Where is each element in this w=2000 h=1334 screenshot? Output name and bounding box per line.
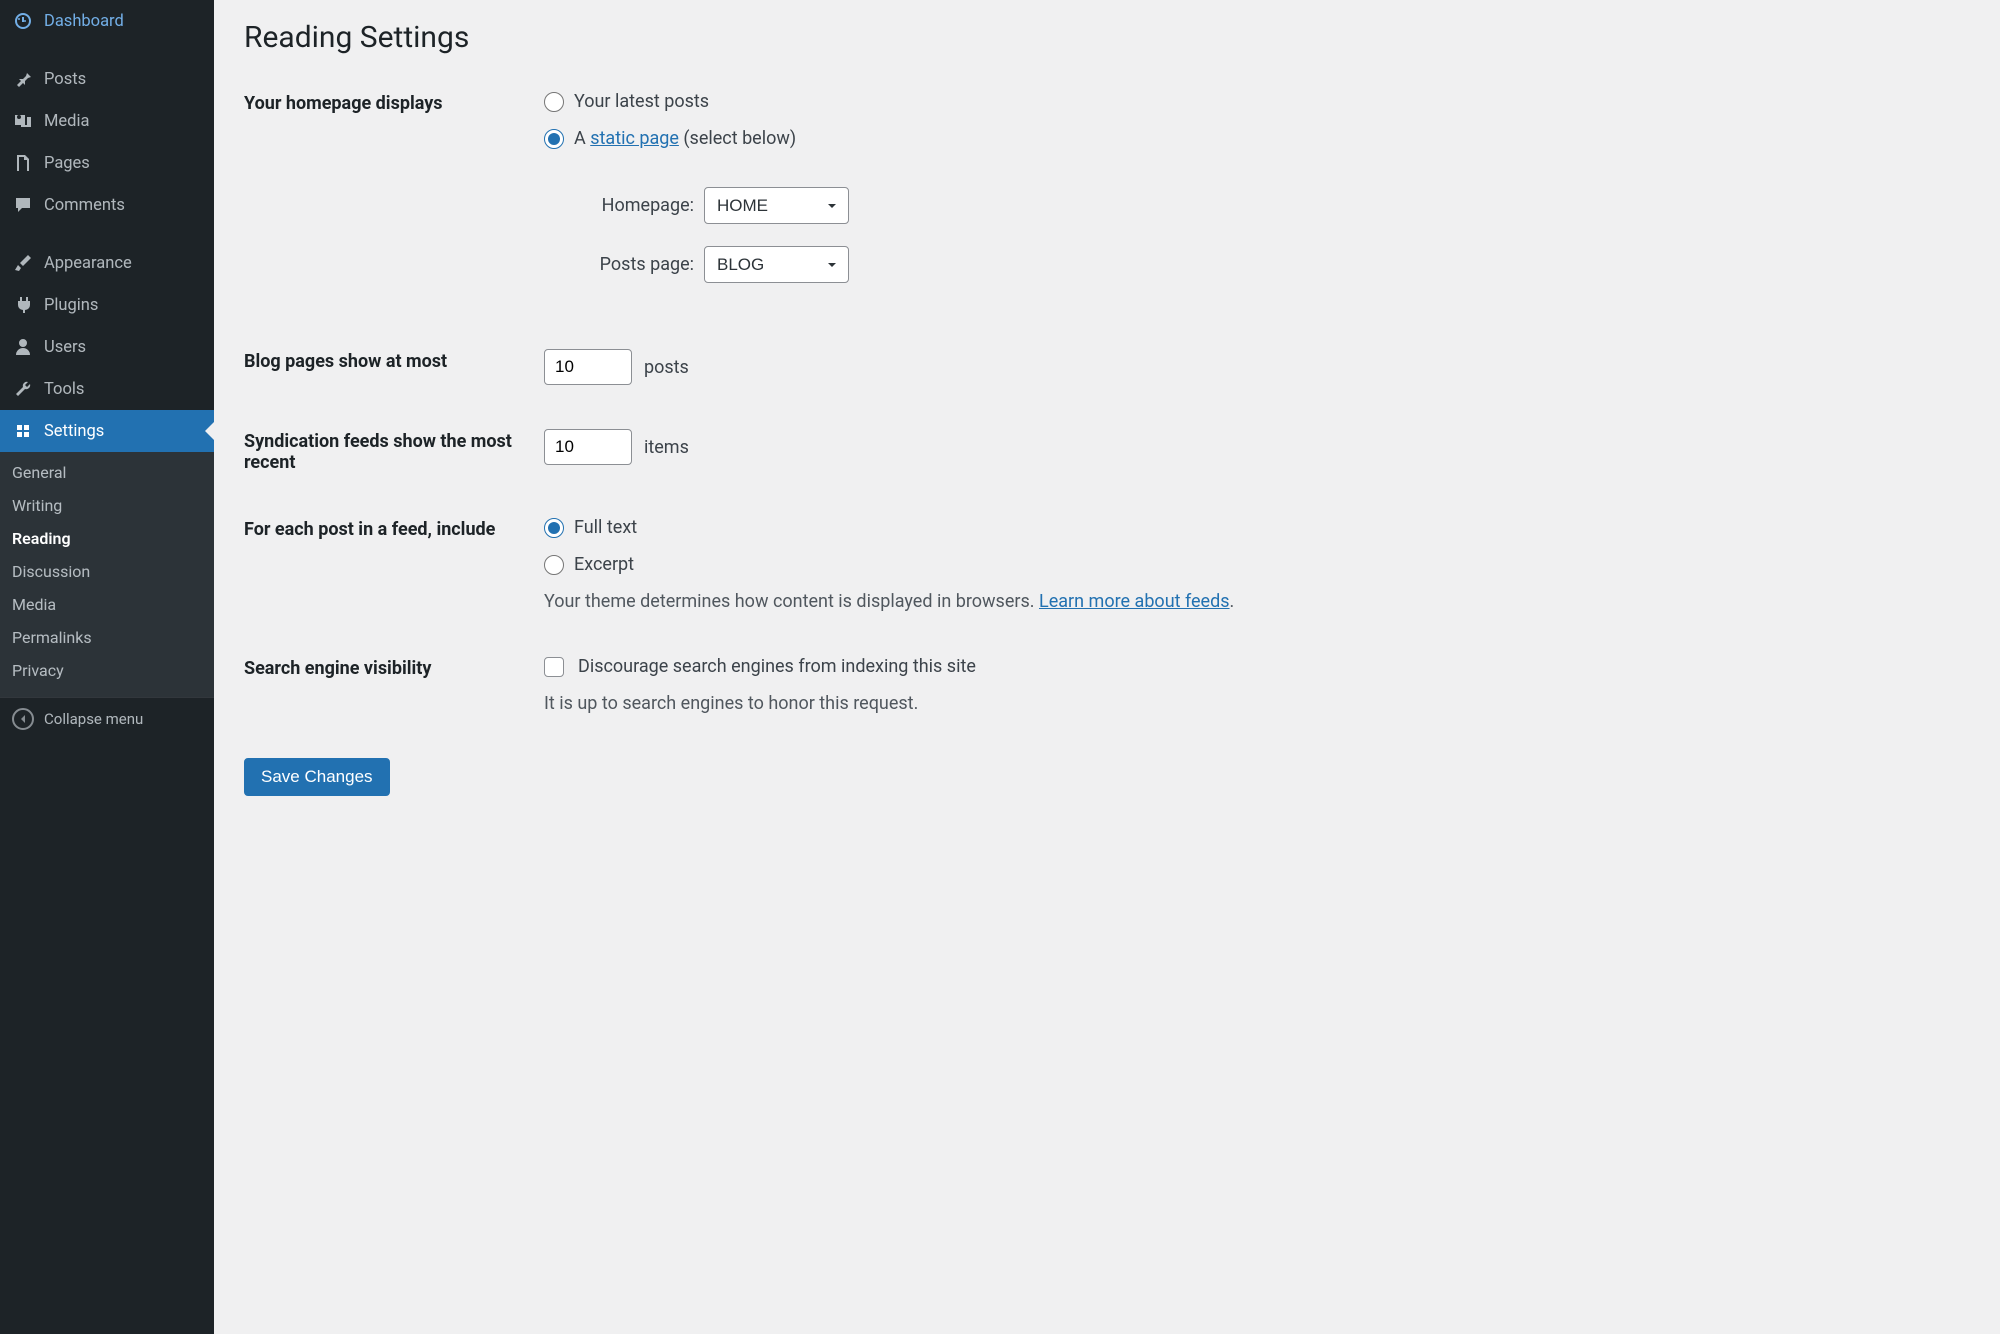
radio-latest-posts-input[interactable] bbox=[544, 92, 564, 112]
sidebar-item-label: Pages bbox=[44, 154, 90, 173]
radio-full-text-label: Full text bbox=[574, 517, 637, 538]
submenu-item-media[interactable]: Media bbox=[0, 588, 214, 621]
pin-icon bbox=[12, 68, 34, 90]
syndication-unit: items bbox=[644, 437, 689, 458]
search-visibility-label: Search engine visibility bbox=[244, 656, 544, 679]
radio-static-page[interactable]: A static page (select below) bbox=[544, 128, 1970, 149]
sidebar-item-label: Comments bbox=[44, 196, 125, 215]
sidebar-item-label: Appearance bbox=[44, 254, 132, 273]
radio-static-page-input[interactable] bbox=[544, 129, 564, 149]
homepage-displays-row: Your homepage displays Your latest posts… bbox=[244, 91, 1970, 305]
sidebar-item-plugins[interactable]: Plugins bbox=[0, 284, 214, 326]
sidebar-item-label: Media bbox=[44, 112, 89, 131]
postspage-select-row: Posts page: BLOG bbox=[574, 246, 1970, 283]
homepage-displays-field: Your latest posts A static page (select … bbox=[544, 91, 1970, 305]
brush-icon bbox=[12, 252, 34, 274]
collapse-menu-label: Collapse menu bbox=[44, 710, 143, 728]
search-visibility-desc: It is up to search engines to honor this… bbox=[544, 693, 1970, 714]
syndication-input[interactable] bbox=[544, 429, 632, 465]
syndication-label: Syndication feeds show the most recent bbox=[244, 429, 544, 473]
homepage-select[interactable]: HOME bbox=[704, 187, 849, 224]
search-visibility-field: Discourage search engines from indexing … bbox=[544, 656, 1970, 714]
learn-more-feeds-link[interactable]: Learn more about feeds bbox=[1039, 591, 1230, 612]
submenu-item-reading[interactable]: Reading bbox=[0, 522, 214, 555]
sidebar-item-label: Settings bbox=[44, 422, 104, 441]
feed-content-row: For each post in a feed, include Full te… bbox=[244, 517, 1970, 612]
submenu-item-privacy[interactable]: Privacy bbox=[0, 654, 214, 687]
sidebar-item-users[interactable]: Users bbox=[0, 326, 214, 368]
sidebar-item-label: Dashboard bbox=[44, 12, 124, 31]
blog-pages-field: posts bbox=[544, 349, 1970, 385]
homepage-select-row: Homepage: HOME bbox=[574, 187, 1970, 224]
sidebar-item-pages[interactable]: Pages bbox=[0, 142, 214, 184]
pages-icon bbox=[12, 152, 34, 174]
radio-latest-posts-label: Your latest posts bbox=[574, 91, 709, 112]
admin-sidebar: Dashboard Posts Media Pages Comments App… bbox=[0, 0, 214, 1334]
media-icon bbox=[12, 110, 34, 132]
sidebar-item-comments[interactable]: Comments bbox=[0, 184, 214, 226]
content-area: Reading Settings Your homepage displays … bbox=[214, 0, 2000, 1334]
sidebar-item-posts[interactable]: Posts bbox=[0, 58, 214, 100]
dashboard-icon bbox=[12, 10, 34, 32]
feed-content-label: For each post in a feed, include bbox=[244, 517, 544, 540]
radio-excerpt-label: Excerpt bbox=[574, 554, 634, 575]
wrench-icon bbox=[12, 378, 34, 400]
sidebar-item-label: Posts bbox=[44, 70, 86, 89]
plug-icon bbox=[12, 294, 34, 316]
search-visibility-row: Search engine visibility Discourage sear… bbox=[244, 656, 1970, 714]
postspage-select[interactable]: BLOG bbox=[704, 246, 849, 283]
comments-icon bbox=[12, 194, 34, 216]
discourage-checkbox-row[interactable]: Discourage search engines from indexing … bbox=[544, 656, 1970, 677]
homepage-displays-label: Your homepage displays bbox=[244, 91, 544, 114]
postspage-select-label: Posts page: bbox=[574, 254, 694, 275]
page-title: Reading Settings bbox=[244, 20, 1970, 55]
sidebar-item-label: Tools bbox=[44, 380, 84, 399]
save-changes-button[interactable]: Save Changes bbox=[244, 758, 390, 796]
homepage-select-label: Homepage: bbox=[574, 195, 694, 216]
radio-excerpt-input[interactable] bbox=[544, 555, 564, 575]
feed-content-field: Full text Excerpt Your theme determines … bbox=[544, 517, 1970, 612]
radio-latest-posts[interactable]: Your latest posts bbox=[544, 91, 1970, 112]
feed-content-desc: Your theme determines how content is dis… bbox=[544, 591, 1970, 612]
discourage-checkbox[interactable] bbox=[544, 657, 564, 677]
sidebar-item-appearance[interactable]: Appearance bbox=[0, 242, 214, 284]
sidebar-item-label: Users bbox=[44, 338, 86, 357]
submenu-item-permalinks[interactable]: Permalinks bbox=[0, 621, 214, 654]
static-page-link[interactable]: static page bbox=[590, 128, 679, 149]
sidebar-item-dashboard[interactable]: Dashboard bbox=[0, 0, 214, 42]
blog-pages-row: Blog pages show at most posts bbox=[244, 349, 1970, 385]
sidebar-item-tools[interactable]: Tools bbox=[0, 368, 214, 410]
radio-excerpt[interactable]: Excerpt bbox=[544, 554, 1970, 575]
syndication-row: Syndication feeds show the most recent i… bbox=[244, 429, 1970, 473]
blog-pages-unit: posts bbox=[644, 357, 689, 378]
sidebar-item-settings[interactable]: Settings bbox=[0, 410, 214, 452]
settings-icon bbox=[12, 420, 34, 442]
submenu-item-writing[interactable]: Writing bbox=[0, 489, 214, 522]
user-icon bbox=[12, 336, 34, 358]
submenu-item-general[interactable]: General bbox=[0, 456, 214, 489]
radio-static-page-label: A static page (select below) bbox=[574, 128, 796, 149]
sidebar-item-media[interactable]: Media bbox=[0, 100, 214, 142]
syndication-field: items bbox=[544, 429, 1970, 465]
settings-submenu: General Writing Reading Discussion Media… bbox=[0, 452, 214, 697]
sidebar-item-label: Plugins bbox=[44, 296, 98, 315]
collapse-icon bbox=[12, 708, 34, 730]
radio-full-text[interactable]: Full text bbox=[544, 517, 1970, 538]
blog-pages-input[interactable] bbox=[544, 349, 632, 385]
blog-pages-label: Blog pages show at most bbox=[244, 349, 544, 372]
discourage-checkbox-label: Discourage search engines from indexing … bbox=[578, 656, 976, 677]
submenu-item-discussion[interactable]: Discussion bbox=[0, 555, 214, 588]
collapse-menu-button[interactable]: Collapse menu bbox=[0, 697, 214, 740]
radio-full-text-input[interactable] bbox=[544, 518, 564, 538]
